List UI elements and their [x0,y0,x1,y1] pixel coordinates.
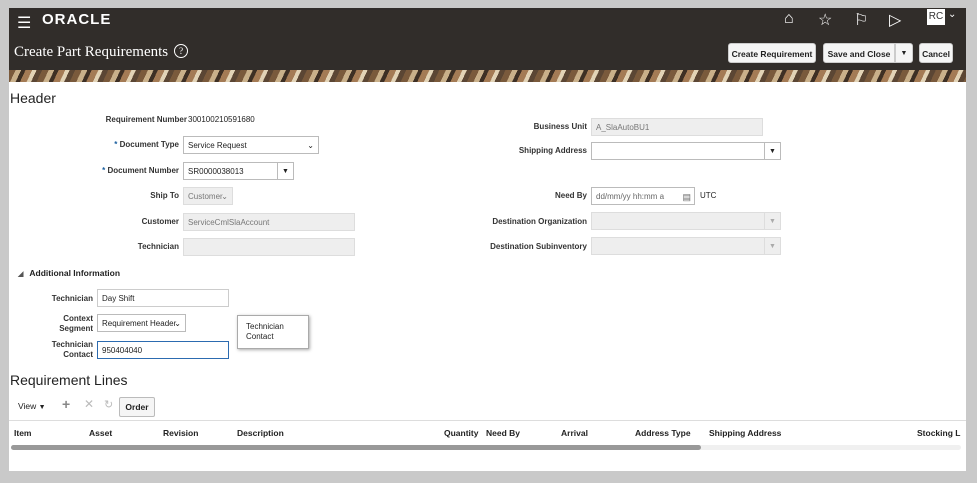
destination-subinventory-label: Destination Subinventory [490,242,587,251]
timezone-label: UTC [700,191,717,200]
collapse-triangle-icon: ◢ [18,271,24,278]
delete-icon[interactable]: ✕ [84,397,94,411]
ship-to-select: Customer ⌄ [183,187,233,205]
view-menu[interactable]: View ▼ [18,401,46,411]
business-unit-label: Business Unit [533,122,587,131]
star-icon[interactable]: ☆ [818,10,832,30]
global-header: ☰ ORACLE ⌂ ☆ ⚐ ▷ RC ⌄ Create Part Requir… [9,8,966,74]
tooltip-line2: Contact [246,332,274,341]
chevron-down-icon: ⌄ [307,141,314,150]
technician-contact-tooltip: Technician Contact [237,315,309,349]
technician-field [183,238,355,256]
need-by-placeholder: dd/mm/yy hh:mm a [596,192,665,201]
context-segment-label: Context Segment [29,314,93,334]
column-header-address-type[interactable]: Address Type [635,428,691,438]
column-header-description[interactable]: Description [237,428,284,438]
save-and-close-button[interactable]: Save and Close [823,43,895,63]
customer-field: ServiceCmlSlaAccount [183,213,355,231]
document-type-select[interactable]: Service Request ⌄ [183,136,319,154]
decorative-banner [9,70,966,82]
caret-down-icon: ▼ [38,404,46,411]
horizontal-scrollbar-thumb[interactable] [11,445,701,450]
column-header-revision[interactable]: Revision [163,428,198,438]
document-number-input[interactable]: SR0000038013 ▼ [183,162,294,180]
shipping-address-label: Shipping Address [518,146,587,155]
document-type-value: Service Request [188,141,247,150]
dropdown-icon: ▼ [764,213,780,229]
shipping-address-select[interactable]: ▼ [591,142,781,160]
column-header-stocking-location[interactable]: Stocking L [917,428,960,438]
context-segment-value: Requirement Header [102,319,177,328]
technician-contact-label-line1: Technician [51,340,93,349]
chevron-down-icon: ⌄ [174,319,181,328]
page-title: Create Part Requirements? [14,44,189,61]
chevron-down-icon[interactable]: ⌄ [948,9,956,20]
document-number-label-text: Document Number [107,166,179,175]
requirement-lines-title: Requirement Lines [10,372,128,388]
calendar-icon[interactable]: ▤ [682,188,691,206]
need-by-label: Need By [554,191,587,200]
additional-information-toggle[interactable]: ◢ Additional Information [18,268,120,278]
column-header-shipping-address[interactable]: Shipping Address [709,428,781,438]
document-type-label-text: Document Type [119,140,179,149]
column-header-quantity[interactable]: Quantity [444,428,478,438]
home-icon[interactable]: ⌂ [784,10,794,28]
document-number-value: SR0000038013 [188,167,244,176]
requirement-number-value: 300100210591680 [188,115,255,124]
business-unit-field: A_SlaAutoBU1 [591,118,763,136]
customer-label: Customer [141,217,179,226]
technician-contact-label-line2: Contact [63,350,93,359]
context-segment-select[interactable]: Requirement Header ⌄ [97,314,186,332]
context-segment-label-line2: Segment [59,324,93,333]
dropdown-icon[interactable]: ▼ [764,143,780,159]
requirement-number-label: Requirement Number [105,115,187,124]
page-title-text: Create Part Requirements [14,44,169,60]
header-section-title: Header [10,90,56,106]
avatar[interactable]: RC [927,9,945,25]
destination-organization-select: ▼ [591,212,781,230]
customer-value: ServiceCmlSlaAccount [188,218,270,227]
column-header-item[interactable]: Item [14,428,31,438]
chevron-down-icon: ⌄ [221,192,228,201]
dropdown-icon: ▼ [764,238,780,254]
column-header-asset[interactable]: Asset [89,428,112,438]
column-header-arrival[interactable]: Arrival [561,428,588,438]
tooltip-line1: Technician [246,322,284,331]
technician-contact-value: 950404040 [102,346,143,355]
document-number-label: * Document Number [102,166,179,175]
view-menu-label: View [18,401,37,411]
additional-information-title: Additional Information [29,268,121,278]
menu-icon[interactable]: ☰ [17,13,31,33]
need-by-input[interactable]: dd/mm/yy hh:mm a ▤ [591,187,695,205]
order-button[interactable]: Order [119,397,155,417]
flag-icon[interactable]: ⚐ [854,10,868,30]
notifications-icon[interactable]: ▷ [889,10,901,30]
dropdown-icon[interactable]: ▼ [277,163,293,179]
ship-to-value: Customer [188,192,223,201]
save-options-dropdown[interactable]: ▼ [895,43,913,63]
help-icon[interactable]: ? [174,44,189,58]
destination-organization-label: Destination Organization [492,217,587,226]
refresh-icon[interactable]: ↻ [104,398,113,411]
destination-subinventory-select: ▼ [591,237,781,255]
technician-label: Technician [137,242,179,251]
ship-to-label: Ship To [150,191,179,200]
cancel-button[interactable]: Cancel [919,43,953,63]
column-header-need-by[interactable]: Need By [486,428,520,438]
create-requirement-button[interactable]: Create Requirement [728,43,816,63]
table-divider [9,420,966,421]
context-segment-label-line1: Context [63,314,93,323]
additional-technician-value: Day Shift [102,294,135,303]
additional-technician-label: Technician [51,294,93,303]
business-unit-value: A_SlaAutoBU1 [596,123,650,132]
technician-contact-label: Technician Contact [29,340,93,360]
technician-contact-input[interactable]: 950404040 [97,341,229,359]
app-frame: ☰ ORACLE ⌂ ☆ ⚐ ▷ RC ⌄ Create Part Requir… [9,8,966,471]
add-icon[interactable]: + [62,396,70,412]
additional-technician-input[interactable]: Day Shift [97,289,229,307]
document-type-label: * Document Type [114,140,179,149]
oracle-logo[interactable]: ORACLE [42,11,111,28]
